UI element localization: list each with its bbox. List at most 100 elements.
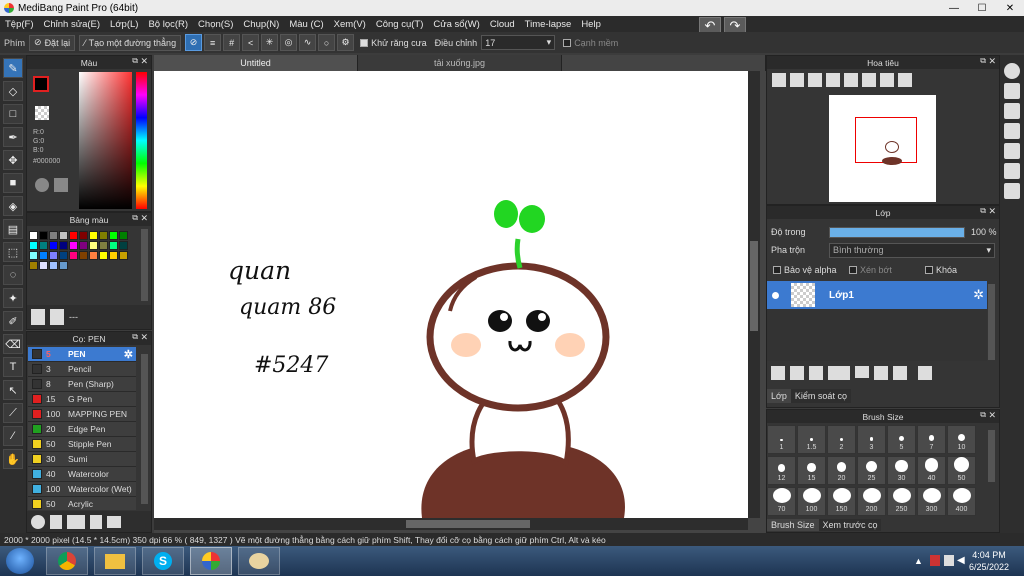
start-button[interactable] [6, 548, 34, 574]
palette-swatch[interactable] [39, 251, 48, 260]
radial-snap-icon[interactable]: ✳ [261, 34, 279, 51]
palette-swatch[interactable] [69, 231, 78, 240]
bucket-tool-icon[interactable]: ◈ [3, 196, 23, 216]
snap-off-icon[interactable]: ⊘ [185, 34, 203, 51]
popout-icon[interactable]: ⧉ [980, 56, 986, 66]
tab-brush-control[interactable]: Kiểm soát cọ [790, 389, 851, 403]
taskbar-app-paint[interactable] [238, 547, 280, 575]
palette-swatch[interactable] [79, 251, 88, 260]
concentric-snap-icon[interactable]: ◎ [280, 34, 298, 51]
palette-swatch[interactable] [39, 261, 48, 270]
zoom-out-icon[interactable] [826, 73, 840, 87]
fill-rect-icon[interactable]: ■ [3, 173, 23, 193]
tab-layer[interactable]: Lớp [767, 389, 791, 403]
lasso-tool-icon[interactable]: ◌ [3, 265, 23, 285]
gradient-tool-icon[interactable]: ▤ [3, 219, 23, 239]
popout-icon[interactable]: ⧉ [132, 332, 138, 342]
parallel-snap-icon[interactable]: ≡ [204, 34, 222, 51]
current-color-swatch[interactable] [33, 76, 49, 92]
brush-size-cell[interactable]: 250 [887, 487, 916, 516]
brush-item[interactable]: 50 Stipple Pen [28, 437, 136, 452]
palette-swatch[interactable] [109, 241, 118, 250]
menu-window[interactable]: Cửa sổ(W) [428, 19, 484, 30]
adjust-select[interactable]: 17 ▾ [481, 35, 556, 50]
palette-swatch[interactable] [29, 251, 38, 260]
horizontal-scroll-thumb[interactable] [406, 520, 530, 528]
new-halftone-layer-icon[interactable] [790, 366, 804, 380]
brush-size-cell[interactable]: 150 [827, 487, 856, 516]
palette-swatch[interactable] [119, 231, 128, 240]
select-eraser-icon[interactable]: ⌫ [3, 334, 23, 354]
tab-untitled[interactable]: Untitled [154, 55, 358, 71]
vertical-scroll-thumb[interactable] [750, 241, 758, 331]
brush-size-cell[interactable]: 200 [857, 487, 886, 516]
canvas-vertical-scrollbar[interactable] [748, 71, 760, 518]
clipping-checkbox[interactable]: Xén bớt [849, 265, 925, 275]
palette-swatch[interactable] [109, 231, 118, 240]
brush-size-cell[interactable]: 20 [827, 456, 856, 485]
brush-size-cell[interactable]: 2 [827, 425, 856, 454]
maximize-button[interactable]: ☐ [968, 0, 996, 16]
palette-swatch[interactable] [99, 231, 108, 240]
popout-icon[interactable]: ⧉ [980, 410, 986, 420]
palette-swatch[interactable] [29, 241, 38, 250]
brush-item[interactable]: 30 Sumi [28, 452, 136, 467]
grid-snap-icon[interactable]: # [223, 34, 241, 51]
taskbar-app-medibang[interactable] [190, 547, 232, 575]
menu-layer[interactable]: Lớp(L) [105, 19, 143, 30]
comment-icon[interactable] [1004, 123, 1020, 139]
list-icon[interactable] [1004, 163, 1020, 179]
flip-icon[interactable] [898, 73, 912, 87]
palette-swatch[interactable] [59, 261, 68, 270]
close-icon[interactable]: ✕ [988, 206, 996, 217]
operation-tool-icon[interactable]: ↖ [3, 380, 23, 400]
magic-wand-icon[interactable]: ✦ [3, 288, 23, 308]
brush-item[interactable]: 50 Acrylic [28, 497, 136, 510]
close-button[interactable]: ✕ [996, 0, 1024, 16]
brush-size-cell[interactable]: 25 [857, 456, 886, 485]
palette-swatch[interactable] [89, 251, 98, 260]
menu-select[interactable]: Chọn(S) [193, 19, 238, 30]
menu-tools[interactable]: Công cụ(T) [371, 19, 429, 30]
palette-swatch[interactable] [49, 251, 58, 260]
drawing-canvas[interactable]: quan quam 86 #5247 [154, 71, 748, 518]
palette-swatch[interactable] [49, 261, 58, 270]
taskbar-app-chrome[interactable] [46, 547, 88, 575]
close-icon[interactable]: ✕ [988, 56, 996, 67]
hand-tool-icon[interactable]: ✋ [3, 449, 23, 469]
saturation-value-picker[interactable] [79, 72, 132, 209]
palette-swatch[interactable] [29, 261, 38, 270]
color-wheel-icon[interactable] [35, 178, 49, 192]
brush-item[interactable]: 3 Pencil [28, 362, 136, 377]
brush-item[interactable]: 40 Watercolor [28, 467, 136, 482]
antialias-checkbox[interactable]: Khử răng cưa [360, 38, 427, 48]
clock[interactable]: 4:04 PM 6/25/2022 [964, 549, 1014, 573]
brush-size-cell[interactable]: 7 [917, 425, 946, 454]
palette-scrollbar[interactable] [141, 229, 148, 301]
brush-size-cell[interactable]: 1.5 [797, 425, 826, 454]
settings-icon[interactable]: ⚙ [337, 34, 355, 51]
brush-size-cell[interactable]: 70 [767, 487, 796, 516]
brush-size-cell[interactable]: 100 [797, 487, 826, 516]
minimize-button[interactable]: — [940, 0, 968, 16]
move-tool-icon[interactable]: ✥ [3, 150, 23, 170]
add-layer-menu-icon[interactable] [828, 366, 850, 380]
rotate-left-icon[interactable] [844, 73, 858, 87]
new-palette-icon[interactable] [31, 309, 45, 325]
eye-icon[interactable] [767, 291, 783, 299]
brush-folder-icon[interactable] [107, 515, 121, 528]
close-icon[interactable]: ✕ [140, 332, 148, 343]
select-tool-icon[interactable]: ⬚ [3, 242, 23, 262]
palette-swatch[interactable] [119, 241, 128, 250]
menu-edit[interactable]: Chỉnh sửa(E) [39, 19, 106, 30]
layer-row[interactable]: Lớp1 ✲ [767, 281, 987, 309]
brush-size-cell[interactable]: 30 [887, 456, 916, 485]
brush-settings-icon[interactable]: ✲ [124, 348, 133, 361]
new-brush-icon[interactable] [50, 514, 62, 529]
palette-swatch[interactable] [49, 231, 58, 240]
add-brush-icon[interactable] [67, 514, 85, 529]
palette-swatch[interactable] [59, 241, 68, 250]
brush-size-cell[interactable]: 40 [917, 456, 946, 485]
delete-layer-icon[interactable] [918, 366, 932, 380]
palette-swatch[interactable] [89, 241, 98, 250]
